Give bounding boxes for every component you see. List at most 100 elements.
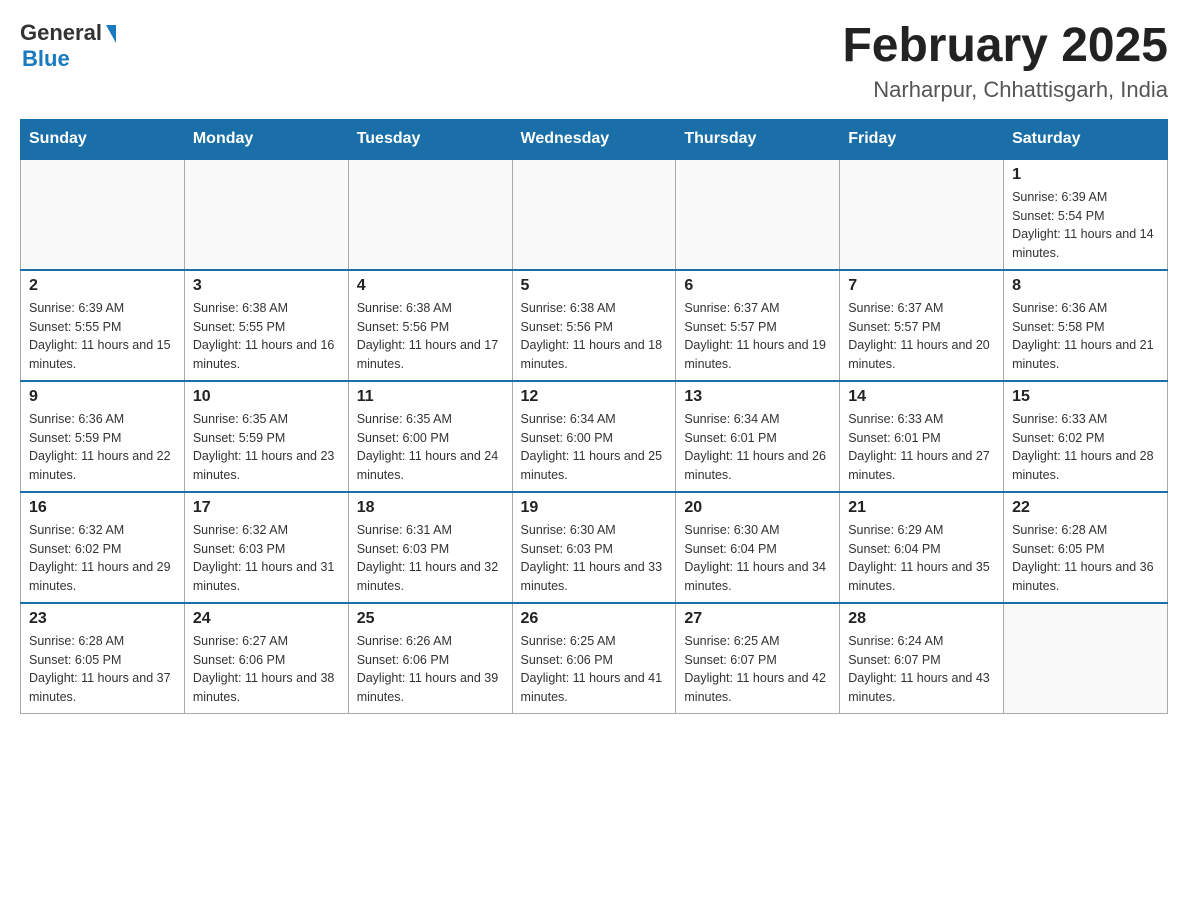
day-info: Sunrise: 6:36 AMSunset: 5:59 PMDaylight:… (29, 410, 176, 485)
day-info: Sunrise: 6:28 AMSunset: 6:05 PMDaylight:… (1012, 521, 1159, 596)
calendar-cell: 27 Sunrise: 6:25 AMSunset: 6:07 PMDayligh… (676, 603, 840, 714)
weekday-header-thursday: Thursday (676, 119, 840, 159)
weekday-header-wednesday: Wednesday (512, 119, 676, 159)
calendar-cell: 3 Sunrise: 6:38 AMSunset: 5:55 PMDaylight… (184, 270, 348, 381)
day-number: 15 (1012, 388, 1159, 406)
calendar-cell: 7 Sunrise: 6:37 AMSunset: 5:57 PMDaylight… (840, 270, 1004, 381)
calendar-cell: 26 Sunrise: 6:25 AMSunset: 6:06 PMDayligh… (512, 603, 676, 714)
day-info: Sunrise: 6:35 AMSunset: 6:00 PMDaylight:… (357, 410, 504, 485)
calendar-cell: 23Sunrise: 6:28 AMSunset: 6:05 PMDayligh… (21, 603, 185, 714)
day-number: 5 (521, 277, 668, 295)
day-info: Sunrise: 6:25 AMSunset: 6:06 PMDaylight:… (521, 632, 668, 707)
day-number: 22 (1012, 499, 1159, 517)
calendar-cell: 18 Sunrise: 6:31 AMSunset: 6:03 PMDayligh… (348, 492, 512, 603)
day-info: Sunrise: 6:35 AMSunset: 5:59 PMDaylight:… (193, 410, 340, 485)
day-number: 2 (29, 277, 176, 295)
day-number: 14 (848, 388, 995, 406)
weekday-header-saturday: Saturday (1004, 119, 1168, 159)
title-block: February 2025 Narharpur, Chhattisgarh, I… (842, 20, 1168, 103)
day-info: Sunrise: 6:38 AMSunset: 5:55 PMDaylight:… (193, 299, 340, 374)
calendar-cell: 25 Sunrise: 6:26 AMSunset: 6:06 PMDayligh… (348, 603, 512, 714)
calendar-cell: 5 Sunrise: 6:38 AMSunset: 5:56 PMDaylight… (512, 270, 676, 381)
day-info: Sunrise: 6:33 AMSunset: 6:01 PMDaylight:… (848, 410, 995, 485)
day-info: Sunrise: 6:39 AMSunset: 5:55 PMDaylight:… (29, 299, 176, 374)
calendar-cell (1004, 603, 1168, 714)
day-number: 24 (193, 610, 340, 628)
calendar-cell: 12 Sunrise: 6:34 AMSunset: 6:00 PMDayligh… (512, 381, 676, 492)
day-info: Sunrise: 6:38 AMSunset: 5:56 PMDaylight:… (521, 299, 668, 374)
calendar-cell: 16Sunrise: 6:32 AMSunset: 6:02 PMDayligh… (21, 492, 185, 603)
week-row-4: 16Sunrise: 6:32 AMSunset: 6:02 PMDayligh… (21, 492, 1168, 603)
day-number: 7 (848, 277, 995, 295)
calendar-cell: 22 Sunrise: 6:28 AMSunset: 6:05 PMDayligh… (1004, 492, 1168, 603)
day-info: Sunrise: 6:32 AMSunset: 6:03 PMDaylight:… (193, 521, 340, 596)
day-number: 18 (357, 499, 504, 517)
day-info: Sunrise: 6:38 AMSunset: 5:56 PMDaylight:… (357, 299, 504, 374)
calendar-cell (348, 159, 512, 270)
calendar-cell (21, 159, 185, 270)
weekday-header-sunday: Sunday (21, 119, 185, 159)
week-row-3: 9 Sunrise: 6:36 AMSunset: 5:59 PMDaylight… (21, 381, 1168, 492)
day-number: 3 (193, 277, 340, 295)
weekday-header-monday: Monday (184, 119, 348, 159)
location-subtitle: Narharpur, Chhattisgarh, India (842, 77, 1168, 103)
day-info: Sunrise: 6:30 AMSunset: 6:04 PMDaylight:… (684, 521, 831, 596)
calendar-cell (512, 159, 676, 270)
day-number: 4 (357, 277, 504, 295)
day-info: Sunrise: 6:31 AMSunset: 6:03 PMDaylight:… (357, 521, 504, 596)
day-number: 13 (684, 388, 831, 406)
calendar-cell: 9 Sunrise: 6:36 AMSunset: 5:59 PMDaylight… (21, 381, 185, 492)
calendar-cell: 10 Sunrise: 6:35 AMSunset: 5:59 PMDayligh… (184, 381, 348, 492)
day-number: 11 (357, 388, 504, 406)
day-number: 19 (521, 499, 668, 517)
day-number: 28 (848, 610, 995, 628)
day-info: Sunrise: 6:25 AMSunset: 6:07 PMDaylight:… (684, 632, 831, 707)
logo-blue-text: Blue (22, 46, 70, 72)
page-header: General Blue February 2025 Narharpur, Ch… (20, 20, 1168, 103)
day-number: 21 (848, 499, 995, 517)
logo: General Blue (20, 20, 116, 72)
day-number: 27 (684, 610, 831, 628)
calendar-cell (184, 159, 348, 270)
weekday-header-friday: Friday (840, 119, 1004, 159)
day-number: 9 (29, 388, 176, 406)
calendar-cell: 14 Sunrise: 6:33 AMSunset: 6:01 PMDayligh… (840, 381, 1004, 492)
calendar-cell: 20 Sunrise: 6:30 AMSunset: 6:04 PMDayligh… (676, 492, 840, 603)
day-number: 1 (1012, 166, 1159, 184)
calendar-cell (676, 159, 840, 270)
calendar-cell: 2 Sunrise: 6:39 AMSunset: 5:55 PMDaylight… (21, 270, 185, 381)
calendar-cell: 15 Sunrise: 6:33 AMSunset: 6:02 PMDayligh… (1004, 381, 1168, 492)
month-title: February 2025 (842, 20, 1168, 73)
day-number: 26 (521, 610, 668, 628)
day-info: Sunrise: 6:34 AMSunset: 6:01 PMDaylight:… (684, 410, 831, 485)
day-info: Sunrise: 6:33 AMSunset: 6:02 PMDaylight:… (1012, 410, 1159, 485)
day-number: 8 (1012, 277, 1159, 295)
day-info: Sunrise: 6:34 AMSunset: 6:00 PMDaylight:… (521, 410, 668, 485)
calendar-cell: 21 Sunrise: 6:29 AMSunset: 6:04 PMDayligh… (840, 492, 1004, 603)
calendar-cell: 24 Sunrise: 6:27 AMSunset: 6:06 PMDayligh… (184, 603, 348, 714)
calendar-cell: 4 Sunrise: 6:38 AMSunset: 5:56 PMDaylight… (348, 270, 512, 381)
day-number: 16 (29, 499, 176, 517)
calendar-cell: 6Sunrise: 6:37 AMSunset: 5:57 PMDaylight… (676, 270, 840, 381)
weekday-header-tuesday: Tuesday (348, 119, 512, 159)
logo-arrow-icon (106, 25, 116, 43)
calendar-cell: 17 Sunrise: 6:32 AMSunset: 6:03 PMDayligh… (184, 492, 348, 603)
weekday-header-row: SundayMondayTuesdayWednesdayThursdayFrid… (21, 119, 1168, 159)
day-number: 10 (193, 388, 340, 406)
week-row-5: 23Sunrise: 6:28 AMSunset: 6:05 PMDayligh… (21, 603, 1168, 714)
day-info: Sunrise: 6:30 AMSunset: 6:03 PMDaylight:… (521, 521, 668, 596)
day-info: Sunrise: 6:37 AMSunset: 5:57 PMDaylight:… (848, 299, 995, 374)
day-number: 20 (684, 499, 831, 517)
day-info: Sunrise: 6:37 AMSunset: 5:57 PMDaylight:… (684, 299, 831, 374)
day-info: Sunrise: 6:26 AMSunset: 6:06 PMDaylight:… (357, 632, 504, 707)
day-number: 25 (357, 610, 504, 628)
calendar-cell: 11 Sunrise: 6:35 AMSunset: 6:00 PMDayligh… (348, 381, 512, 492)
calendar-cell: 13 Sunrise: 6:34 AMSunset: 6:01 PMDayligh… (676, 381, 840, 492)
day-number: 17 (193, 499, 340, 517)
day-number: 12 (521, 388, 668, 406)
week-row-1: 1Sunrise: 6:39 AMSunset: 5:54 PMDaylight… (21, 159, 1168, 270)
day-info: Sunrise: 6:27 AMSunset: 6:06 PMDaylight:… (193, 632, 340, 707)
calendar-table: SundayMondayTuesdayWednesdayThursdayFrid… (20, 119, 1168, 714)
calendar-header: SundayMondayTuesdayWednesdayThursdayFrid… (21, 119, 1168, 159)
day-info: Sunrise: 6:29 AMSunset: 6:04 PMDaylight:… (848, 521, 995, 596)
